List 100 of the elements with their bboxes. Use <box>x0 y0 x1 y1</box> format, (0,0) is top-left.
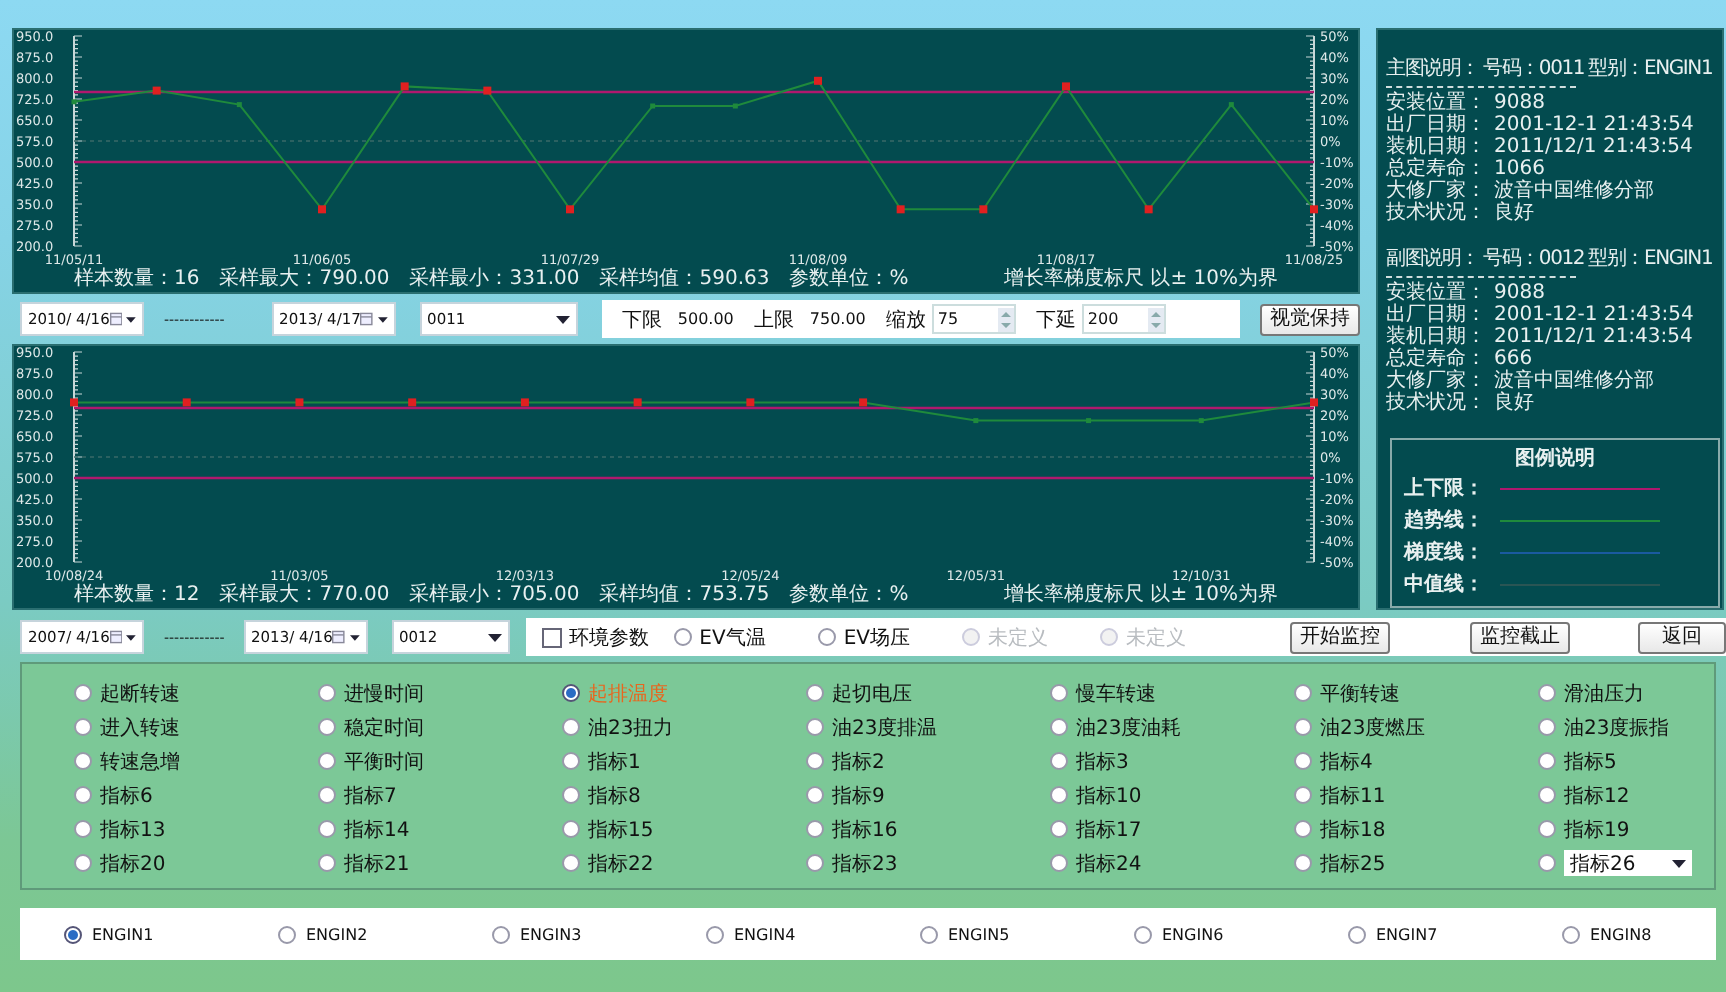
caret-icon <box>126 315 136 323</box>
radio-label: 指标3 <box>1076 749 1129 775</box>
keep-view-button[interactable]: 视觉保持 <box>1259 303 1360 335</box>
radio-label: 指标21 <box>344 851 410 877</box>
radio-button[interactable] <box>1050 684 1068 702</box>
checkbox[interactable] <box>541 627 562 647</box>
radio-label: 进慢时间 <box>344 681 424 707</box>
radio-button[interactable] <box>1538 786 1556 804</box>
radio-button[interactable] <box>673 628 692 646</box>
legend-title: 图例说明 <box>1513 446 1597 472</box>
radio-button[interactable] <box>1050 718 1068 736</box>
radio-button[interactable] <box>806 718 824 736</box>
field-label: 下延 <box>1035 307 1076 333</box>
spin-field[interactable]: 200 <box>1081 304 1166 334</box>
radio-label: 油23扭力 <box>588 715 674 741</box>
radio-button[interactable] <box>806 820 824 838</box>
radio-button[interactable] <box>1538 752 1556 770</box>
data-point <box>1310 205 1318 214</box>
radio-button[interactable] <box>74 684 92 702</box>
caret-icon <box>487 633 502 641</box>
radio-button[interactable] <box>74 854 92 872</box>
radio-label: 指标23 <box>832 851 898 877</box>
radio-label: 指标15 <box>588 817 654 843</box>
radio-button[interactable] <box>1538 820 1556 838</box>
radio-button[interactable] <box>706 925 724 943</box>
radio-label: 滑油压力 <box>1564 681 1644 707</box>
radio-button[interactable] <box>806 752 824 770</box>
radio-button[interactable] <box>1050 820 1068 838</box>
radio-button[interactable] <box>806 854 824 872</box>
stat-text: 采样最小：331.00 <box>409 268 580 292</box>
radio-button[interactable] <box>318 684 336 702</box>
info-value: 2001-12-1 21:43:54 <box>1494 304 1694 326</box>
radio-button[interactable] <box>562 820 580 838</box>
radio-button[interactable] <box>1050 786 1068 804</box>
stat-text: 样本数量：16 <box>74 268 200 292</box>
radio-button[interactable] <box>1050 752 1068 770</box>
radio-button[interactable] <box>318 854 336 872</box>
radio-label: ENGIN5 <box>948 925 1010 943</box>
radio-button[interactable] <box>562 854 580 872</box>
radio-button[interactable] <box>1294 684 1312 702</box>
info-value: 波音中国维修分部 <box>1494 370 1654 392</box>
radio-button[interactable] <box>1294 854 1312 872</box>
radio-button[interactable] <box>1562 925 1580 943</box>
radio-button[interactable] <box>1294 752 1312 770</box>
radio-button[interactable] <box>1294 820 1312 838</box>
spin-field[interactable]: 75 <box>931 304 1016 334</box>
radio-button[interactable] <box>318 820 336 838</box>
radio-button[interactable] <box>74 752 92 770</box>
radio-button[interactable] <box>562 752 580 770</box>
radio-button[interactable] <box>1294 786 1312 804</box>
radio-button[interactable] <box>1348 925 1366 943</box>
field-label: 缩放 <box>885 307 926 333</box>
radio-label: 指标9 <box>832 783 885 809</box>
radio-label: 指标10 <box>1076 783 1142 809</box>
stat-text: 样本数量：12 <box>74 584 200 608</box>
radio-button[interactable] <box>492 925 510 943</box>
radio-button[interactable] <box>817 628 836 646</box>
data-point <box>1228 102 1234 108</box>
radio-button[interactable] <box>318 718 336 736</box>
radio-button[interactable] <box>64 925 82 943</box>
radio-button[interactable] <box>1050 854 1068 872</box>
radio-button[interactable] <box>806 684 824 702</box>
info-title: 主图说明： <box>1386 58 1480 82</box>
action-button[interactable]: 返回 <box>1638 621 1726 653</box>
radio-button[interactable] <box>806 786 824 804</box>
info-label: 装机日期： <box>1386 136 1488 158</box>
radio-button[interactable] <box>562 684 580 702</box>
action-button[interactable]: 监控截止 <box>1470 621 1570 653</box>
radio-button[interactable] <box>1134 925 1152 943</box>
radio-label: 起排温度 <box>588 681 668 707</box>
radio-label: 指标17 <box>1076 817 1142 843</box>
radio-button[interactable] <box>562 718 580 736</box>
radio-button[interactable] <box>278 925 296 943</box>
data-point <box>70 398 78 407</box>
scale-note: 增长率梯度标尺 以± 10%为界 <box>1004 268 1278 292</box>
legend-label: 上下限： <box>1404 475 1486 502</box>
data-point <box>650 103 656 109</box>
radio-button[interactable] <box>74 786 92 804</box>
radio-button[interactable] <box>920 925 938 943</box>
radio-button[interactable] <box>1538 684 1556 702</box>
info-label: 安装位置： <box>1386 92 1488 114</box>
radio-button[interactable] <box>562 786 580 804</box>
legend-label: 趋势线： <box>1404 507 1486 534</box>
radio-button[interactable] <box>318 786 336 804</box>
data-point <box>896 205 905 214</box>
radio-label: 指标13 <box>100 817 166 843</box>
radio-button[interactable] <box>74 718 92 736</box>
action-button[interactable]: 开始监控 <box>1290 621 1390 653</box>
radio-button[interactable] <box>1294 718 1312 736</box>
radio-button[interactable] <box>1538 854 1556 872</box>
radio-label: 指标25 <box>1320 851 1386 877</box>
radio-button[interactable] <box>1538 718 1556 736</box>
radio-button[interactable] <box>318 752 336 770</box>
radio-label: 指标18 <box>1320 817 1386 843</box>
radio-label: 指标22 <box>588 851 654 877</box>
legend-label: 中值线： <box>1404 571 1486 598</box>
data-point <box>1086 418 1092 424</box>
radio-button[interactable] <box>74 820 92 838</box>
dropdown[interactable]: 指标26 <box>1564 850 1692 876</box>
caret-icon <box>1672 859 1686 867</box>
